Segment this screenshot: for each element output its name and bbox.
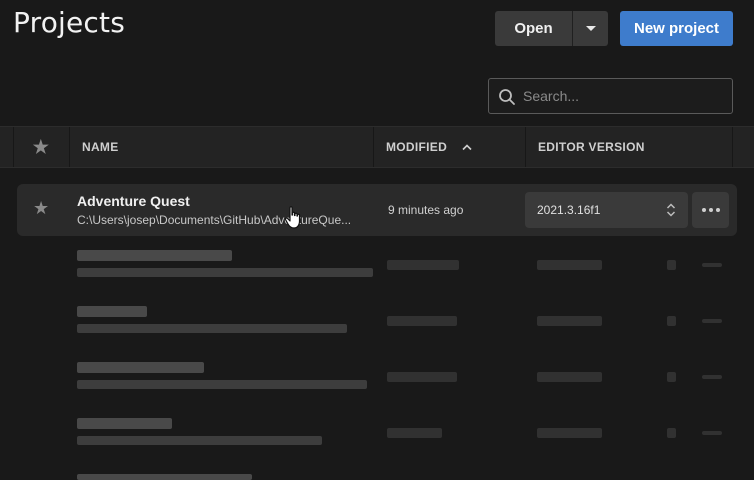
- ellipsis-icon: [701, 208, 706, 212]
- chevron-up-icon: [462, 144, 472, 151]
- chevron-down-icon: [585, 26, 596, 31]
- new-project-button-label: New project: [633, 20, 720, 37]
- column-header-editor-version[interactable]: EDITOR VERSION: [538, 127, 645, 167]
- column-header-name-label: NAME: [82, 140, 119, 154]
- editor-version-value: 2021.3.16f1: [537, 203, 601, 217]
- page-title: Projects: [13, 6, 125, 39]
- column-header-star[interactable]: ★: [13, 127, 69, 167]
- more-options-button[interactable]: [692, 192, 729, 228]
- table-row-blurred[interactable]: [0, 296, 754, 348]
- new-project-button[interactable]: New project: [620, 11, 733, 46]
- editor-version-select[interactable]: 2021.3.16f1: [525, 192, 688, 228]
- star-icon: ★: [32, 137, 50, 157]
- chevron-up-down-icon: [666, 203, 676, 217]
- table-row-blurred[interactable]: [0, 240, 754, 292]
- project-name: Adventure Quest: [77, 193, 190, 209]
- table-row-blurred[interactable]: [0, 352, 754, 404]
- open-button[interactable]: Open: [495, 11, 572, 46]
- search-input[interactable]: [523, 79, 723, 113]
- search-icon: [499, 89, 515, 105]
- column-header-modified[interactable]: MODIFIED: [386, 127, 473, 167]
- column-header-name[interactable]: NAME: [82, 127, 119, 167]
- table-row-blurred[interactable]: [0, 408, 754, 460]
- hand-cursor-icon: [284, 206, 301, 229]
- open-dropdown-button[interactable]: [572, 11, 608, 46]
- column-header-modified-label: MODIFIED: [386, 140, 448, 154]
- project-path: C:\Users\josep\Documents\GitHub\Adventur…: [77, 213, 352, 227]
- table-row-blurred[interactable]: [0, 464, 754, 480]
- favorite-toggle[interactable]: ★: [33, 199, 49, 219]
- table-row[interactable]: ★ Adventure Quest C:\Users\josep\Documen…: [17, 184, 737, 236]
- open-button-label: Open: [514, 20, 553, 37]
- search-box[interactable]: [488, 78, 733, 114]
- project-modified: 9 minutes ago: [388, 203, 464, 217]
- star-icon: ★: [33, 198, 50, 218]
- column-header-editor-version-label: EDITOR VERSION: [538, 140, 645, 154]
- table-header: ★ NAME MODIFIED EDITOR VERSION: [0, 126, 754, 168]
